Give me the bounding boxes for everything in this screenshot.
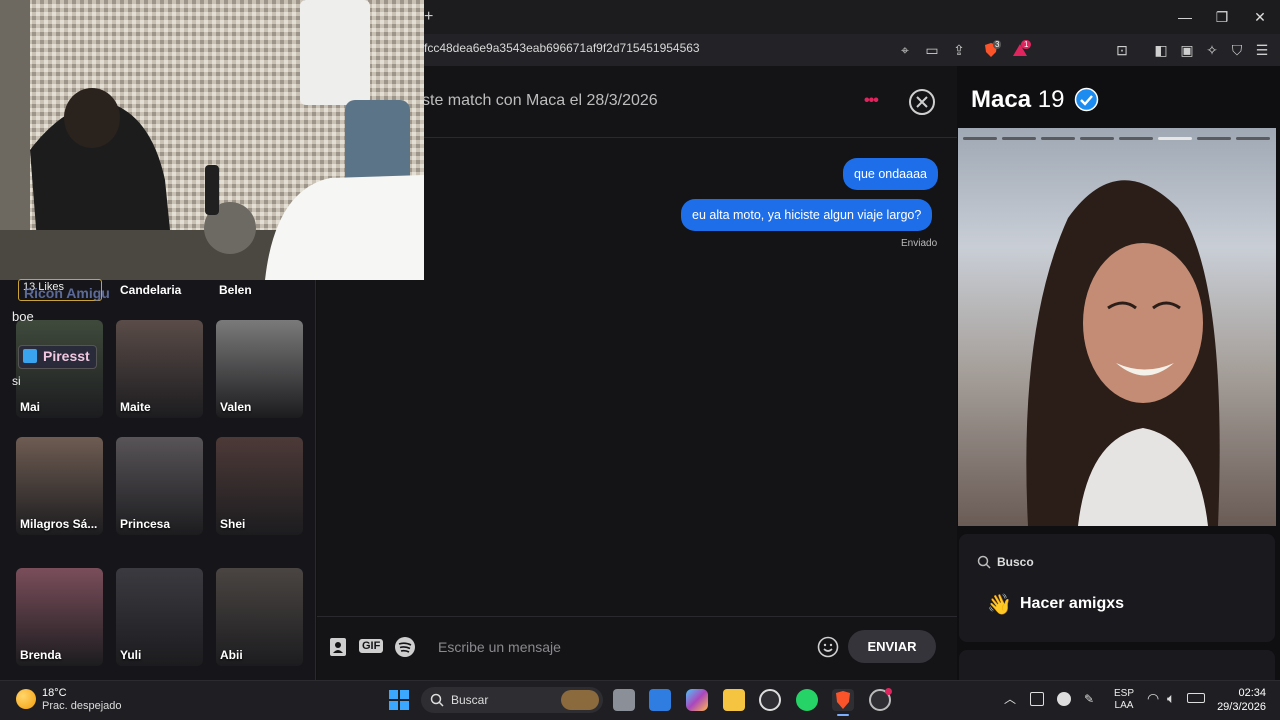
photo-indicator[interactable]: [1119, 137, 1153, 140]
share-icon[interactable]: ⇪: [951, 42, 967, 58]
close-window-button[interactable]: ✕: [1250, 8, 1270, 26]
volume-icon[interactable]: 🔈︎: [1167, 690, 1175, 707]
match-card[interactable]: Milagros Sá...: [16, 437, 103, 535]
photo-indicator[interactable]: [1002, 137, 1036, 140]
wave-icon: 👋: [987, 594, 1012, 616]
spotify-icon[interactable]: [394, 636, 416, 658]
match-card-name: Shei: [220, 517, 246, 531]
overlay-user: si: [12, 374, 21, 388]
overlay-logo-icon: [23, 349, 37, 363]
url-text[interactable]: fcc48dea6e9a3543eab696671af9f2d715451954…: [424, 41, 700, 55]
match-card-name: Yuli: [120, 648, 142, 662]
match-card-name: Abii: [220, 648, 243, 662]
reader-icon[interactable]: ⊡: [1114, 42, 1130, 58]
profile-first-name: Maca: [971, 86, 1032, 113]
weather-icon[interactable]: [16, 689, 36, 709]
match-card-name: Maite: [120, 400, 151, 414]
send-button[interactable]: ENVIAR: [848, 630, 936, 663]
match-card[interactable]: Shei: [216, 437, 303, 535]
profile-age: 19: [1037, 86, 1065, 113]
photo-indicator[interactable]: [1080, 137, 1114, 140]
sidebar-toggle-icon[interactable]: ◧: [1153, 42, 1169, 58]
match-card[interactable]: Maite: [116, 320, 203, 418]
match-card[interactable]: Mai: [16, 320, 103, 418]
match-card-name: Princesa: [120, 517, 171, 531]
weather-temp[interactable]: 18°C: [42, 687, 67, 699]
language-code: ESP: [1114, 688, 1135, 699]
menu-icon[interactable]: ☰: [1254, 42, 1270, 58]
brave-browser-icon[interactable]: [832, 689, 854, 711]
verified-icon: [1074, 87, 1099, 112]
minimize-button[interactable]: —: [1175, 8, 1195, 26]
match-card-name: Milagros Sá...: [20, 517, 98, 531]
photo-indicator[interactable]: [1236, 137, 1270, 140]
overlay-user: boe: [12, 309, 34, 324]
busco-section: [959, 534, 1275, 642]
store-icon[interactable]: [649, 689, 671, 711]
new-tab-button[interactable]: +: [424, 8, 433, 26]
match-name-belen[interactable]: Belen: [219, 283, 252, 297]
chatgpt-icon[interactable]: [759, 689, 781, 711]
windows-start-icon[interactable]: [389, 690, 409, 710]
chevron-up-icon[interactable]: ︿: [1004, 690, 1016, 707]
profile-name: Maca 19: [971, 86, 1064, 114]
overlay-text: Ricon Amigu: [24, 285, 110, 301]
photo-indicator[interactable]: [1197, 137, 1231, 140]
message-status: Enviado: [901, 238, 938, 249]
search-icon: [977, 555, 991, 569]
gif-button[interactable]: GIF: [359, 639, 384, 653]
match-card[interactable]: Brenda: [16, 568, 103, 666]
clock-date[interactable]: 29/3/2026: [1210, 701, 1266, 713]
language-indicator[interactable]: ESP LAA: [1114, 688, 1134, 712]
more-options-icon[interactable]: •••: [864, 92, 879, 110]
whatsapp-icon[interactable]: [796, 689, 818, 711]
taskbar-search-label: Buscar: [451, 693, 489, 707]
match-card-name: Brenda: [20, 648, 62, 662]
match-card[interactable]: Abii: [216, 568, 303, 666]
leo-ai-icon[interactable]: ✧: [1204, 42, 1220, 58]
next-profile-section: [959, 650, 1275, 680]
match-date-text: ste match con Maca el 28/3/2026: [422, 92, 658, 109]
profile-photo[interactable]: [958, 128, 1276, 526]
wifi-icon[interactable]: ◠: [1147, 690, 1159, 707]
chat-message: que ondaaaa: [843, 158, 938, 190]
vpn-icon[interactable]: ⛉: [1229, 42, 1245, 58]
active-app-indicator: [837, 714, 849, 716]
photo-indicator-active[interactable]: [1158, 137, 1192, 140]
photo-indicator[interactable]: [1041, 137, 1075, 140]
match-card-name: Valen: [220, 400, 252, 414]
chat-message: eu alta moto, ya hiciste algun viaje lar…: [681, 199, 933, 231]
match-card[interactable]: Yuli: [116, 568, 203, 666]
location-icon[interactable]: ⌖: [897, 42, 913, 58]
match-card-name: Mai: [20, 400, 41, 414]
maximize-button[interactable]: ❐: [1212, 8, 1232, 26]
battery-icon[interactable]: [1187, 693, 1205, 703]
close-chat-icon[interactable]: [908, 88, 936, 116]
tray-app-icon[interactable]: ✎: [1084, 692, 1100, 706]
tray-app-icon[interactable]: [1030, 692, 1044, 706]
contact-card-icon[interactable]: [329, 637, 347, 657]
weather-desc[interactable]: Prac. despejado: [42, 700, 122, 712]
file-explorer-icon[interactable]: [723, 689, 745, 711]
photo-indicator[interactable]: [963, 137, 997, 140]
notification-dot-icon: [885, 688, 892, 695]
busco-label: Busco: [997, 555, 1034, 569]
match-card[interactable]: Valen: [216, 320, 303, 418]
intent-label: Hacer amigxs: [1020, 595, 1125, 612]
keyboard-layout: LAA: [1114, 700, 1134, 711]
tray-app-icon[interactable]: [1057, 692, 1071, 706]
match-card[interactable]: Princesa: [116, 437, 203, 535]
copilot-icon[interactable]: [686, 689, 708, 711]
cast-icon[interactable]: ▭: [924, 42, 940, 58]
task-view-icon[interactable]: [613, 689, 635, 711]
wallet-icon[interactable]: ▣: [1179, 42, 1195, 58]
match-name-candelaria[interactable]: Candelaria: [120, 283, 181, 297]
message-input[interactable]: [438, 636, 798, 658]
search-highlight-icon: [561, 690, 599, 710]
search-icon: [430, 693, 444, 707]
webcam-overlay: [0, 0, 424, 280]
emoji-icon[interactable]: [817, 636, 839, 658]
clock-time[interactable]: 02:34: [1220, 687, 1266, 699]
